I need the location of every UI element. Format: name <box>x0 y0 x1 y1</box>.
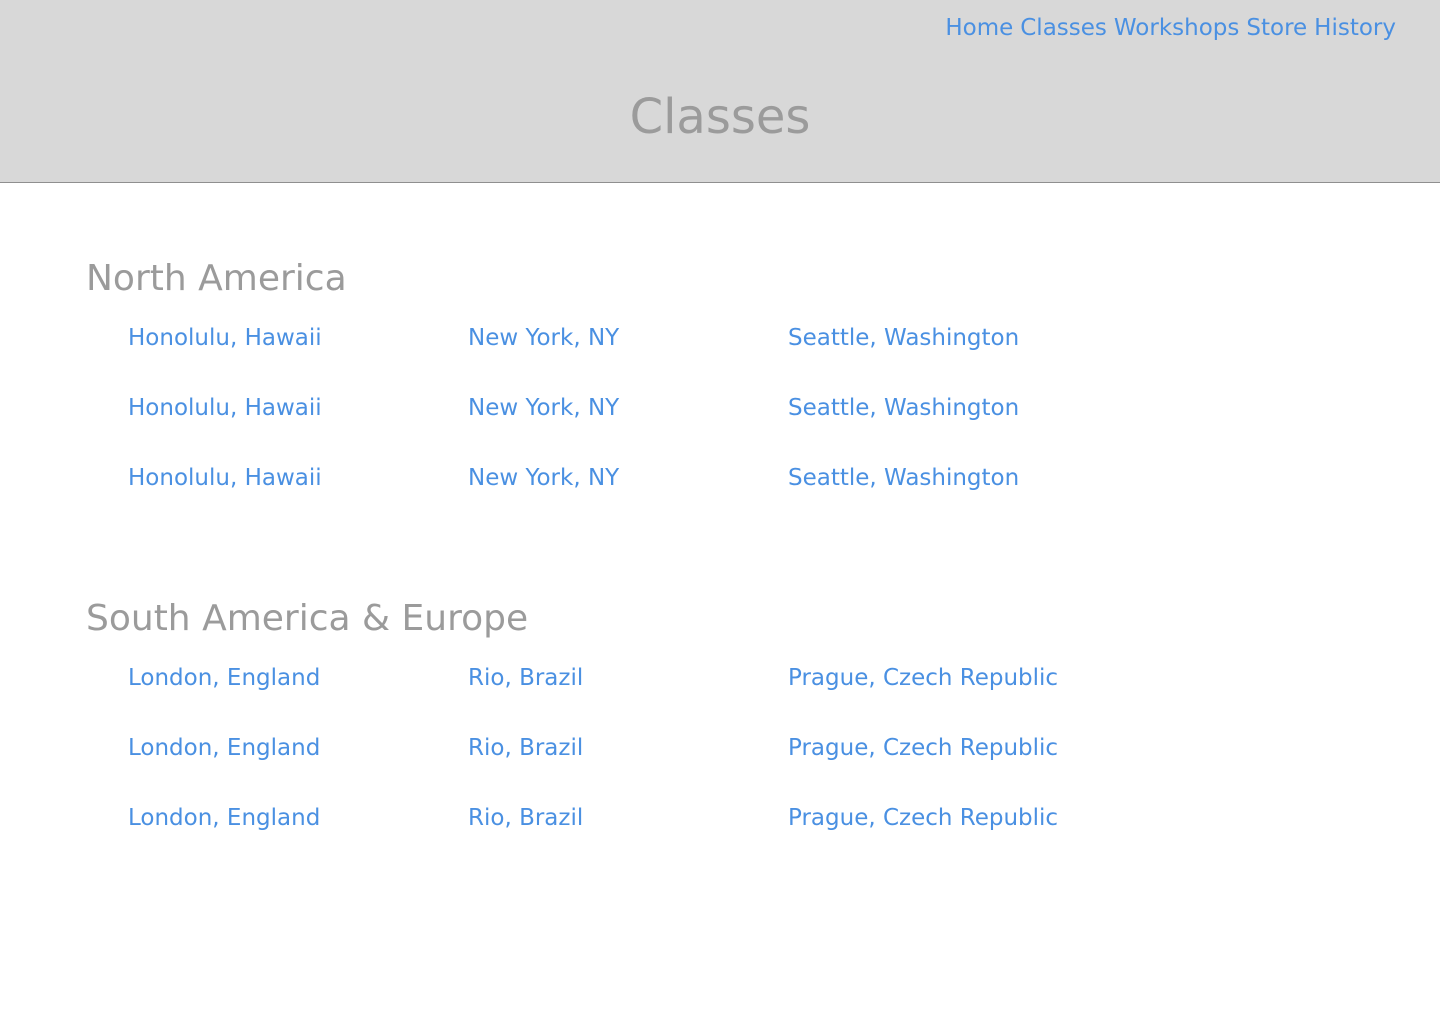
city-row: London, England Rio, Brazil Prague, Czec… <box>86 733 1286 803</box>
city-link-honolulu[interactable]: Honolulu, Hawaii <box>128 323 322 353</box>
top-navigation: Home Classes Workshops Store History <box>945 14 1396 42</box>
nav-classes-link[interactable]: Classes <box>1020 14 1107 42</box>
city-link-seattle[interactable]: Seattle, Washington <box>788 463 1019 493</box>
city-row: Honolulu, Hawaii New York, NY Seattle, W… <box>86 463 1286 533</box>
city-link-london[interactable]: London, England <box>128 733 320 763</box>
city-link-rio[interactable]: Rio, Brazil <box>468 803 583 833</box>
north-america-section: North America Honolulu, Hawaii New York,… <box>86 259 1286 533</box>
main-content: North America Honolulu, Hawaii New York,… <box>0 183 1440 1023</box>
page-header: Home Classes Workshops Store History Cla… <box>0 0 1440 183</box>
city-link-rio[interactable]: Rio, Brazil <box>468 733 583 763</box>
city-row: London, England Rio, Brazil Prague, Czec… <box>86 803 1286 873</box>
city-link-london[interactable]: London, England <box>128 663 320 693</box>
city-link-new-york[interactable]: New York, NY <box>468 393 619 423</box>
city-link-prague[interactable]: Prague, Czech Republic <box>788 803 1058 833</box>
city-row: Honolulu, Hawaii New York, NY Seattle, W… <box>86 393 1286 463</box>
city-link-seattle[interactable]: Seattle, Washington <box>788 323 1019 353</box>
city-row: London, England Rio, Brazil Prague, Czec… <box>86 663 1286 733</box>
city-link-honolulu[interactable]: Honolulu, Hawaii <box>128 393 322 423</box>
city-link-prague[interactable]: Prague, Czech Republic <box>788 663 1058 693</box>
city-link-new-york[interactable]: New York, NY <box>468 463 619 493</box>
region-title: South America & Europe <box>86 598 529 639</box>
city-link-grid: London, England Rio, Brazil Prague, Czec… <box>86 663 1286 873</box>
city-link-grid: Honolulu, Hawaii New York, NY Seattle, W… <box>86 323 1286 533</box>
nav-home-link[interactable]: Home <box>945 14 1013 42</box>
south-america-europe-section: South America & Europe London, England R… <box>86 599 1286 873</box>
city-link-honolulu[interactable]: Honolulu, Hawaii <box>128 463 322 493</box>
nav-store-link[interactable]: Store <box>1246 14 1307 42</box>
nav-history-link[interactable]: History <box>1314 14 1396 42</box>
region-title: North America <box>86 258 347 299</box>
city-link-rio[interactable]: Rio, Brazil <box>468 663 583 693</box>
city-link-prague[interactable]: Prague, Czech Republic <box>788 733 1058 763</box>
city-link-new-york[interactable]: New York, NY <box>468 323 619 353</box>
nav-workshops-link[interactable]: Workshops <box>1114 14 1239 42</box>
city-link-seattle[interactable]: Seattle, Washington <box>788 393 1019 423</box>
page-title: Classes <box>629 89 811 145</box>
city-row: Honolulu, Hawaii New York, NY Seattle, W… <box>86 323 1286 393</box>
city-link-london[interactable]: London, England <box>128 803 320 833</box>
